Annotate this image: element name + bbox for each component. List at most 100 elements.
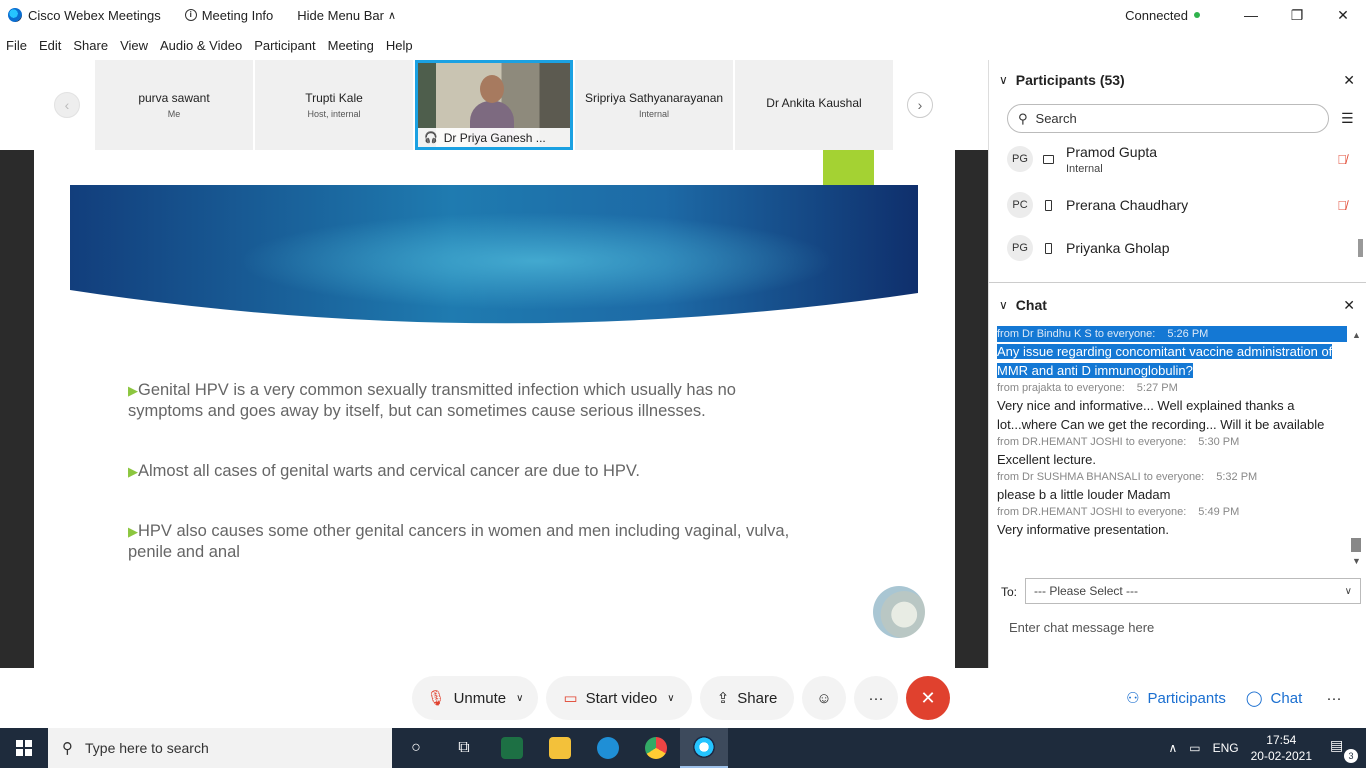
share-icon: ⇪ <box>716 690 730 707</box>
muted-mic-icon[interactable]: 🎙̸ <box>1337 152 1347 167</box>
active-speaker-tile[interactable]: 🎧 Dr Priya Ganesh ... <box>415 60 573 150</box>
strip-prev-button[interactable]: ‹ <box>54 92 80 118</box>
participants-scrollbar[interactable] <box>1358 239 1363 257</box>
strip-next-button[interactable]: › <box>907 92 933 118</box>
menu-audio-video[interactable]: Audio & Video <box>160 38 242 53</box>
chat-recipient-select[interactable]: --- Please Select --- ∨ <box>1025 578 1361 604</box>
chat-scrollbar[interactable]: ▲ ▼ <box>1349 326 1363 570</box>
bullet-arrow-icon: ▶ <box>128 524 138 539</box>
language-indicator[interactable]: ENG <box>1213 741 1239 755</box>
participant-row[interactable]: PG Pramod Gupta Internal 🎙̸ <box>1007 139 1357 179</box>
chat-meta: from DR.HEMANT JOSHI to everyone: 5:49 PM <box>997 506 1240 518</box>
floating-avatar-icon[interactable] <box>873 586 925 638</box>
chat-header: ∨ Chat ✕ <box>989 288 1366 322</box>
minimize-button[interactable]: — <box>1228 0 1274 30</box>
menu-file[interactable]: File <box>6 38 27 53</box>
slide-bullet: ▶HPV also causes some other genital canc… <box>128 522 790 561</box>
menu-share[interactable]: Share <box>73 38 108 53</box>
participant-role: Internal <box>1066 162 1103 175</box>
scroll-down-icon[interactable]: ▼ <box>1352 556 1361 566</box>
panel-more-button[interactable]: ··· <box>1314 676 1354 720</box>
clock-time: 17:54 <box>1266 733 1297 747</box>
video-tile[interactable]: Sripriya Sathyanarayanan Internal <box>575 60 733 150</box>
meeting-info-label: Meeting Info <box>201 7 274 23</box>
scroll-thumb[interactable] <box>1351 538 1361 552</box>
system-tray: ∧ ▭ ENG 17:54 20-02-2021 ▤ 3 <box>1168 732 1366 764</box>
chrome-icon <box>645 737 667 759</box>
person-icon: ⚇ <box>1126 690 1140 707</box>
chevron-down-icon[interactable]: ∨ <box>999 73 1008 87</box>
chat-input[interactable]: Enter chat message here <box>1009 620 1349 642</box>
taskbar-search[interactable]: ⚲ Type here to search <box>48 728 392 768</box>
more-options-button[interactable]: ··· <box>854 676 898 720</box>
recipient-value: --- Please Select --- <box>1034 584 1139 598</box>
meeting-info-button[interactable]: i Meeting Info <box>184 7 274 23</box>
chat-message: please b a little louder Madam <box>997 487 1171 502</box>
folder-icon <box>549 737 571 759</box>
unmute-button[interactable]: 🎙 Unmute ∨ <box>412 676 538 720</box>
windows-logo-icon <box>16 740 32 756</box>
edge-button[interactable] <box>584 728 632 768</box>
chevron-down-icon[interactable]: ∨ <box>999 298 1008 312</box>
search-icon: ⚲ <box>62 740 73 757</box>
participant-row[interactable]: PG Priyanka Gholap <box>1007 228 1357 268</box>
chat-meta: from DR.HEMANT JOSHI to everyone: 5:30 PM <box>997 436 1240 448</box>
edge-icon <box>597 737 619 759</box>
task-view-button[interactable]: ⧉ <box>440 728 488 768</box>
cortana-button[interactable]: ○ <box>392 728 440 768</box>
chat-meta: from prajakta to everyone: 5:27 PM <box>997 382 1178 394</box>
chat-toggle-button[interactable]: ◯ Chat <box>1238 676 1310 720</box>
close-participants-button[interactable]: ✕ <box>1343 72 1355 89</box>
video-tile[interactable]: purva sawant Me <box>95 60 253 150</box>
search-icon: ⚲ <box>1018 110 1028 126</box>
task-view-icon: ⧉ <box>458 739 470 756</box>
chrome-button[interactable] <box>632 728 680 768</box>
scroll-up-icon[interactable]: ▲ <box>1352 330 1361 340</box>
close-icon: ✕ <box>920 687 936 708</box>
menu-edit[interactable]: Edit <box>39 38 61 53</box>
headset-icon: 🎧 <box>424 132 438 144</box>
participants-toggle-button[interactable]: ⚇ Participants <box>1120 676 1232 720</box>
hide-menu-bar-button[interactable]: Hide Menu Bar ∧ <box>297 8 396 23</box>
menu-meeting[interactable]: Meeting <box>328 38 374 53</box>
menu-help[interactable]: Help <box>386 38 413 53</box>
chevron-down-icon: ∨ <box>1344 585 1352 597</box>
file-explorer-button[interactable] <box>536 728 584 768</box>
webex-taskbar-button[interactable] <box>680 728 728 768</box>
chat-message: Any issue regarding concomitant vaccine … <box>997 344 1333 378</box>
leave-meeting-button[interactable]: ✕ <box>906 676 950 720</box>
start-button[interactable] <box>0 728 48 768</box>
connection-dot-icon <box>1194 12 1200 18</box>
share-button[interactable]: ⇪ Share <box>700 676 794 720</box>
tile-name: purva sawant <box>138 91 210 105</box>
right-panel: ∨ Participants (53) ✕ ⚲ Search ☰ PG Pram… <box>988 60 1366 668</box>
maximize-button[interactable]: ❐ <box>1274 0 1320 30</box>
excel-button[interactable] <box>488 728 536 768</box>
avatar: PG <box>1007 235 1033 261</box>
chat-to-label: To: <box>1001 585 1018 599</box>
battery-icon[interactable]: ▭ <box>1189 741 1200 755</box>
menu-view[interactable]: View <box>120 38 148 53</box>
sort-icon[interactable]: ☰ <box>1341 110 1354 127</box>
chevron-down-icon[interactable]: ∨ <box>667 693 674 704</box>
close-window-button[interactable]: ✕ <box>1320 0 1366 30</box>
chevron-down-icon[interactable]: ∨ <box>516 693 523 704</box>
muted-mic-icon[interactable]: 🎙̸ <box>1337 198 1347 213</box>
video-tile[interactable]: Trupti Kale Host, internal <box>255 60 413 150</box>
start-video-button[interactable]: ▭ Start video ∨ <box>546 676 692 720</box>
video-tile[interactable]: Dr Ankita Kaushal <box>735 60 893 150</box>
share-label: Share <box>737 689 778 707</box>
taskbar-search-placeholder: Type here to search <box>85 740 209 756</box>
hide-menu-bar-label: Hide Menu Bar <box>297 7 384 23</box>
slide-bullets: ▶Genital HPV is a very common sexually t… <box>128 380 808 602</box>
participant-search-input[interactable]: ⚲ Search <box>1007 104 1329 133</box>
reactions-button[interactable]: ☺ <box>802 676 846 720</box>
chat-message: Very informative presentation. <box>997 522 1169 537</box>
participant-row[interactable]: PC Prerana Chaudhary 🎙̸ <box>1007 185 1357 225</box>
clock[interactable]: 17:54 20-02-2021 <box>1251 732 1312 764</box>
close-chat-button[interactable]: ✕ <box>1343 297 1355 314</box>
menu-participant[interactable]: Participant <box>254 38 315 53</box>
bullet-arrow-icon: ▶ <box>128 383 138 398</box>
chevron-up-icon[interactable]: ∧ <box>1168 741 1177 755</box>
notifications-button[interactable]: ▤ 3 <box>1330 737 1358 763</box>
